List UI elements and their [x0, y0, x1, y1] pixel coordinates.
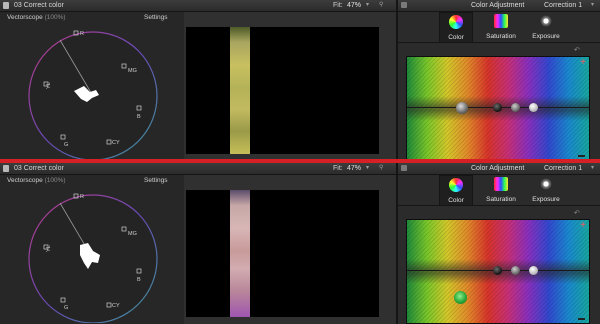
scope-label: Vectorscope (100%): [7, 177, 66, 184]
inspector-title: Color Adjustment: [471, 2, 525, 9]
highlights-puck[interactable]: [529, 103, 538, 112]
chevron-down-icon[interactable]: ▾: [591, 0, 594, 11]
exposure-icon: [539, 14, 553, 28]
video-viewer: [184, 12, 396, 161]
fit-label: Fit:: [333, 165, 343, 172]
project-title: 03 Correct color: [14, 165, 64, 172]
viewer-titlebar: 03 Correct color Fit: 47% ▾ ⚲: [0, 163, 396, 175]
target-yl-label: YL: [46, 82, 52, 89]
target-cy-label: CY: [112, 140, 120, 146]
vectorscope-panel: Vectorscope (100%) Settings R MG B CY G …: [0, 175, 184, 324]
tab-saturation[interactable]: Saturation: [479, 175, 523, 205]
tab-color[interactable]: Color: [439, 175, 473, 206]
shadows-puck[interactable]: [493, 103, 502, 112]
color-inspector: Color Adjustment Correction 1 ▾ Color Sa…: [398, 0, 600, 161]
target-mg-label: MG: [128, 231, 137, 237]
correction-select[interactable]: Correction 1: [544, 163, 582, 174]
midtones-puck[interactable]: [511, 103, 520, 112]
reset-icon[interactable]: ↶: [574, 46, 580, 54]
scope-label: Vectorscope (100%): [7, 14, 66, 21]
tab-saturation[interactable]: Saturation: [479, 12, 523, 42]
scope-settings-button[interactable]: Settings: [144, 177, 168, 184]
viewer-titlebar: 03 Correct color Fit: 47% ▾ ⚲: [0, 0, 396, 12]
color-wheel-icon: [449, 178, 463, 192]
add-shape-icon[interactable]: +: [580, 221, 586, 231]
highlights-puck[interactable]: [529, 266, 538, 275]
global-puck[interactable]: [456, 102, 468, 114]
scope-settings-button[interactable]: Settings: [144, 14, 168, 21]
target-mg-label: MG: [128, 68, 137, 74]
add-shape-icon[interactable]: +: [580, 58, 586, 68]
target-g-label: G: [64, 142, 68, 148]
zoom-value[interactable]: 47%: [347, 0, 361, 11]
target-g-label: G: [64, 305, 68, 311]
color-wheel-icon: [449, 15, 463, 29]
chevron-down-icon[interactable]: ▾: [591, 163, 594, 174]
target-r-label: R: [80, 31, 84, 37]
vectorscope-graph: R MG B CY G YL: [28, 30, 158, 160]
target-cy-label: CY: [112, 303, 120, 309]
color-board[interactable]: +: [406, 56, 590, 161]
inspector-icon: [401, 2, 407, 8]
tab-exposure[interactable]: Exposure: [526, 12, 566, 42]
target-r-label: R: [80, 194, 84, 200]
inspector-icon: [401, 165, 407, 171]
view-options-icon[interactable]: ⚲: [379, 163, 383, 174]
target-b-label: B: [137, 114, 141, 120]
zoom-dropdown-icon[interactable]: ▾: [366, 163, 369, 174]
reset-icon[interactable]: ↶: [574, 209, 580, 217]
correction-select[interactable]: Correction 1: [544, 0, 582, 11]
fit-label: Fit:: [333, 2, 343, 9]
target-b-label: B: [137, 277, 141, 283]
remove-icon[interactable]: [578, 318, 585, 320]
before-panel: 03 Correct color Fit: 47% ▾ ⚲ Vectorscop…: [0, 0, 600, 161]
color-inspector: Color Adjustment Correction 1 ▾ Color Sa…: [398, 163, 600, 324]
video-frame: [186, 190, 379, 317]
tab-exposure[interactable]: Exposure: [526, 175, 566, 205]
video-image: [230, 190, 250, 317]
zoom-value[interactable]: 47%: [347, 163, 361, 174]
video-viewer: [184, 175, 396, 324]
vectorscope-graph: R MG B CY G YL: [28, 193, 158, 323]
tab-color[interactable]: Color: [439, 12, 473, 43]
remove-icon[interactable]: [578, 155, 585, 157]
zoom-dropdown-icon[interactable]: ▾: [366, 0, 369, 11]
after-panel: 03 Correct color Fit: 47% ▾ ⚲ Vectorscop…: [0, 163, 600, 324]
video-image: [230, 27, 250, 154]
inspector-title: Color Adjustment: [471, 165, 525, 172]
inspector-titlebar: Color Adjustment Correction 1 ▾: [398, 163, 600, 175]
color-board[interactable]: +: [406, 219, 590, 324]
video-frame: [186, 27, 379, 154]
exposure-icon: [539, 177, 553, 191]
saturation-icon: [494, 177, 508, 191]
target-yl-label: YL: [46, 245, 52, 252]
view-options-icon[interactable]: ⚲: [379, 0, 383, 11]
project-icon: [3, 165, 9, 172]
inspector-titlebar: Color Adjustment Correction 1 ▾: [398, 0, 600, 12]
project-title: 03 Correct color: [14, 2, 64, 9]
saturation-icon: [494, 14, 508, 28]
global-puck[interactable]: [454, 291, 467, 304]
project-icon: [3, 2, 9, 9]
vectorscope-panel: Vectorscope (100%) Settings R MG B CY G …: [0, 12, 184, 161]
midtones-puck[interactable]: [511, 266, 520, 275]
shadows-puck[interactable]: [493, 266, 502, 275]
